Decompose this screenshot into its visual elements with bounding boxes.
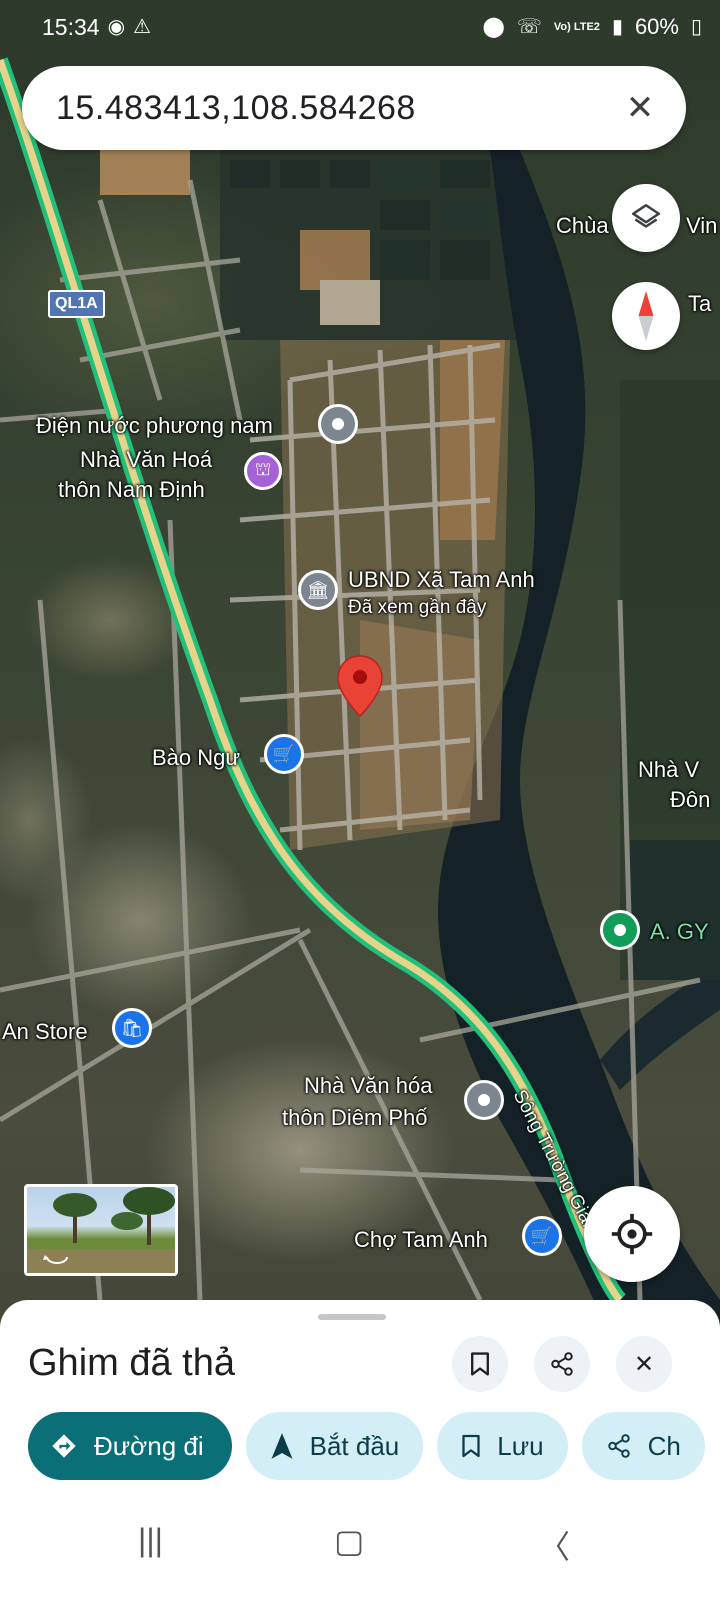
battery-percent: 60%: [634, 14, 679, 39]
street-view-image: [27, 1187, 175, 1273]
search-query[interactable]: 15.483413,108.584268: [56, 89, 618, 128]
save-icon-button[interactable]: [452, 1336, 508, 1392]
map-label-chua[interactable]: Chùa: [556, 212, 609, 240]
directions-button[interactable]: Đường đi: [28, 1412, 232, 1480]
share-icon: [607, 1434, 630, 1458]
map-label-don[interactable]: Đôn: [670, 786, 710, 814]
navigation-arrow-icon: [271, 1433, 293, 1459]
my-location-button[interactable]: [584, 1186, 680, 1282]
dropped-pin-icon[interactable]: [336, 654, 384, 718]
shopping-cart-icon[interactable]: 🛒: [264, 734, 304, 774]
status-time: 15:34: [42, 13, 100, 40]
layers-icon: [631, 203, 661, 228]
map-label-a-gy[interactable]: A. GY: [650, 918, 709, 946]
back-icon[interactable]: 〈: [538, 1522, 570, 1568]
map-label-cho-tam-anh[interactable]: Chợ Tam Anh: [354, 1226, 488, 1254]
wifi-call-icon: ☏: [516, 16, 542, 38]
recent-apps-icon[interactable]: |||: [138, 1522, 163, 1559]
action-chips: Đường đi Bắt đầu Lưu Ch: [28, 1412, 705, 1480]
save-button[interactable]: Lưu: [437, 1412, 568, 1480]
directions-icon: [52, 1434, 76, 1458]
layers-button[interactable]: [612, 184, 680, 252]
warning-icon: ⚠: [133, 16, 151, 38]
highway-shield: QL1A: [48, 290, 105, 318]
bookmark-icon: [471, 1352, 489, 1376]
poi-pin-icon[interactable]: [464, 1080, 504, 1120]
search-bar[interactable]: 15.483413,108.584268 ✕: [22, 66, 686, 150]
save-label: Lưu: [497, 1430, 544, 1461]
shopping-cart-icon[interactable]: 🛒: [522, 1216, 562, 1256]
status-left-icons: ◉ ⚠: [108, 17, 151, 37]
compass-icon: [638, 291, 654, 341]
map-label-vin[interactable]: Vin: [686, 212, 717, 240]
map-label-an-store[interactable]: An Store: [2, 1018, 88, 1046]
start-label: Bắt đầu: [309, 1430, 400, 1461]
government-building-icon[interactable]: 🏛: [298, 570, 338, 610]
signal-icon: ▮: [611, 16, 623, 38]
map-label-ta[interactable]: Ta: [688, 290, 711, 318]
map-label-nha-v[interactable]: Nhà V: [638, 756, 699, 784]
directions-label: Đường đi: [94, 1430, 204, 1461]
system-nav-bar: ||| ▢ 〈: [0, 1500, 720, 1600]
share-label: Ch: [647, 1430, 681, 1461]
share-button[interactable]: Ch: [581, 1412, 705, 1480]
messenger-icon: ◉: [107, 16, 126, 38]
close-sheet-button[interactable]: ✕: [616, 1336, 672, 1392]
status-right-icons: ⬤ ☏ Vo) LTE2 ▮ 60% ▯: [482, 14, 702, 40]
landmark-icon[interactable]: ⛫: [244, 452, 282, 490]
share-icon: [551, 1352, 573, 1376]
crosshair-icon: [611, 1213, 653, 1255]
compass-button[interactable]: [612, 282, 680, 350]
share-icon-button[interactable]: [534, 1336, 590, 1392]
close-icon: ✕: [633, 1350, 655, 1378]
battery-icon: ▯: [690, 16, 702, 38]
network-type: Vo) LTE2: [553, 20, 600, 33]
map-label-nha-van-hoa-nam-dinh-2[interactable]: thôn Nam Định: [58, 476, 205, 504]
drag-handle[interactable]: [318, 1314, 386, 1320]
map-label-bao-ngu[interactable]: Bào Ngư: [152, 744, 240, 772]
poi-pin-icon[interactable]: [318, 404, 358, 444]
map-label-nha-van-hoa-nam-dinh-1[interactable]: Nhà Văn Hoá: [80, 446, 212, 474]
bookmark-icon: [462, 1434, 480, 1458]
poi-dot-icon: [614, 924, 626, 936]
status-bar: 15:34 ◉ ⚠ ⬤ ☏ Vo) LTE2 ▮ 60% ▯: [0, 0, 720, 54]
home-icon[interactable]: ▢: [334, 1522, 364, 1560]
poi-dot-icon: [332, 418, 344, 430]
location-icon: ⬤: [482, 16, 505, 38]
street-view-thumbnail[interactable]: [24, 1184, 178, 1276]
map-label-nha-van-hoa-diem-pho-2[interactable]: thôn Diêm Phố: [282, 1104, 428, 1132]
map-label-ubnd-recent: Đã xem gần đây: [348, 597, 487, 618]
map-label-nha-van-hoa-diem-pho-1[interactable]: Nhà Văn hóa: [304, 1072, 432, 1100]
poi-pin-green-icon[interactable]: [600, 910, 640, 950]
shopping-bag-icon[interactable]: 🛍: [112, 1008, 152, 1048]
map-label-ubnd[interactable]: UBND Xã Tam Anh: [348, 566, 535, 594]
start-button[interactable]: Bắt đầu: [245, 1412, 424, 1480]
map-label-dien-nuoc[interactable]: Điện nước phương nam: [36, 412, 273, 440]
close-icon[interactable]: ✕: [618, 88, 662, 128]
place-title: Ghim đã thả: [28, 1342, 235, 1384]
poi-dot-icon: [478, 1094, 490, 1106]
